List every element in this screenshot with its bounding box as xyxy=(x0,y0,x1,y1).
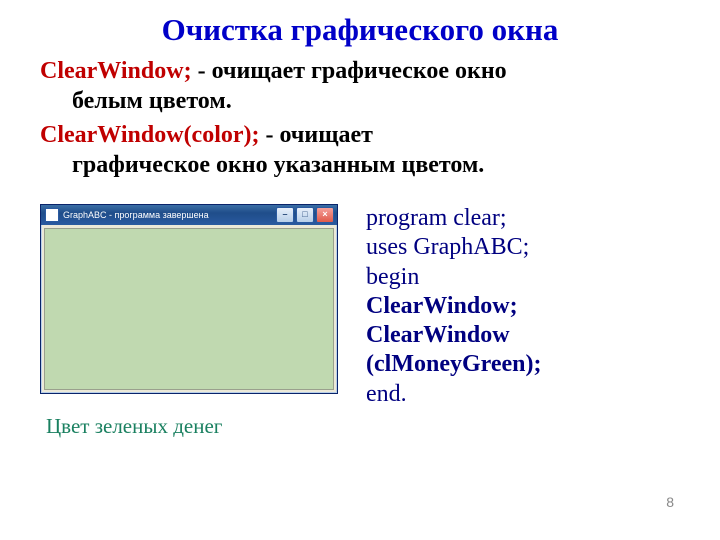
entry-1-sep: - xyxy=(198,58,212,84)
code-line-5b: (clMoneyGreen); xyxy=(366,350,542,379)
page-number: 8 xyxy=(666,494,674,510)
minimize-button[interactable]: – xyxy=(276,207,294,223)
maximize-button[interactable]: □ xyxy=(296,207,314,223)
entry-1-desc-line2: белым цветом. xyxy=(40,86,680,116)
entry-2-desc-line1: очищает xyxy=(280,122,373,148)
code-line-3: begin xyxy=(366,263,542,292)
entry-1-command: ClearWindow; xyxy=(40,58,192,84)
entry-2-command: ClearWindow(color); xyxy=(40,122,260,148)
close-button[interactable]: × xyxy=(316,207,334,223)
illustration-column: GraphABC - программа завершена – □ × Цве… xyxy=(40,204,338,439)
window-title: GraphABC - программа завершена xyxy=(63,210,272,220)
code-block: program clear; uses GraphABC; begin Clea… xyxy=(366,204,542,409)
entry-1-desc-line1: очищает графическое окно xyxy=(212,58,507,84)
code-line-4: ClearWindow; xyxy=(366,292,542,321)
entry-2-desc-line2: графическое окно указанным цветом. xyxy=(40,150,680,180)
entry-2-sep: - xyxy=(266,122,280,148)
window-titlebar: GraphABC - программа завершена – □ × xyxy=(41,205,337,225)
code-line-6: end. xyxy=(366,380,542,409)
slide-title: Очистка графического окна xyxy=(40,12,680,48)
code-line-5a: ClearWindow xyxy=(366,321,542,350)
window-client-area xyxy=(44,228,334,390)
app-window: GraphABC - программа завершена – □ × xyxy=(40,204,338,394)
window-buttons: – □ × xyxy=(276,207,334,223)
code-line-2: uses GraphABC; xyxy=(366,233,542,262)
entry-2: ClearWindow(color); - очищает графическо… xyxy=(40,120,680,180)
illustration-caption: Цвет зеленых денег xyxy=(40,414,338,439)
entry-1: ClearWindow; - очищает графическое окно … xyxy=(40,56,680,116)
app-icon xyxy=(45,208,59,222)
code-line-1: program clear; xyxy=(366,204,542,233)
